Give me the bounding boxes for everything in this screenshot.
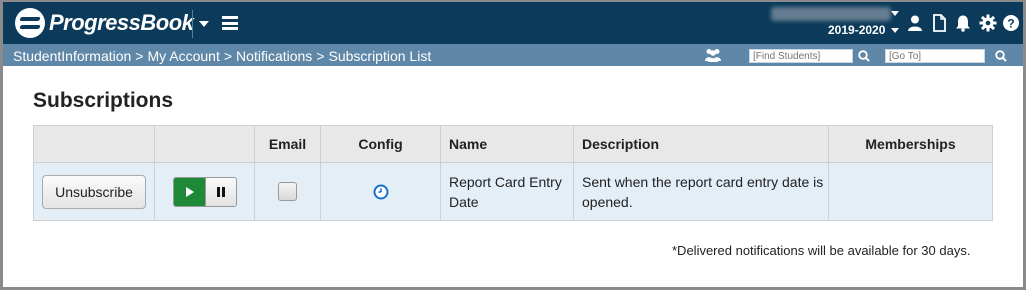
subscription-name: Report Card Entry Date [449, 173, 562, 210]
app-switcher-caret-icon[interactable] [199, 21, 209, 27]
brand-logo[interactable]: ProgressBook [15, 8, 194, 38]
subscriptions-table: Email Config Name Description Membership… [33, 125, 993, 221]
pause-icon [217, 186, 225, 197]
user-icon[interactable] [906, 14, 924, 32]
header-controls [154, 125, 255, 163]
gear-icon[interactable] [979, 14, 997, 32]
goto-input[interactable] [885, 49, 985, 63]
brand-name: ProgressBook [49, 10, 194, 35]
email-cell [254, 162, 321, 221]
breadcrumb-item-studentinformation[interactable]: StudentInformation [13, 48, 131, 64]
logo-mark-icon [15, 8, 45, 38]
breadcrumb-separator: > [223, 48, 233, 64]
email-checkbox[interactable] [278, 182, 297, 201]
help-icon[interactable]: ? [1002, 14, 1020, 32]
controls-cell [154, 162, 255, 221]
table-row: Unsubscribe Report Card Entry Date Sent … [33, 162, 993, 221]
breadcrumb-separator: > [135, 48, 144, 64]
action-cell: Unsubscribe [33, 162, 155, 221]
breadcrumb-item-my-account[interactable]: My Account [147, 48, 219, 64]
header-email: Email [254, 125, 321, 163]
memberships-cell [828, 162, 993, 221]
footnote: *Delivered notifications will be availab… [672, 243, 971, 258]
subscription-description: Sent when the report card entry date is … [582, 173, 824, 210]
breadcrumb-item-subscription-list: Subscription List [328, 48, 432, 64]
play-icon [185, 186, 194, 197]
document-icon[interactable] [930, 14, 948, 32]
header-config: Config [320, 125, 441, 163]
search-icon[interactable] [858, 50, 870, 62]
topbar-divider [192, 10, 193, 38]
breadcrumb-item-notifications[interactable]: Notifications [236, 48, 312, 64]
user-name-blurred[interactable] [771, 7, 891, 21]
school-year-selector[interactable]: 2019-2020 [828, 23, 885, 37]
header-name: Name [440, 125, 574, 163]
group-icon[interactable] [704, 48, 722, 62]
bell-icon[interactable] [954, 14, 972, 32]
play-button[interactable] [174, 177, 205, 206]
breadcrumb-bar: StudentInformation > My Account > Notificati… [3, 44, 1023, 66]
header-action [33, 125, 155, 163]
table-header-row: Email Config Name Description Membership… [33, 125, 993, 163]
name-cell: Report Card Entry Date [440, 162, 574, 221]
description-cell: Sent when the report card entry date is … [573, 162, 829, 221]
pause-button[interactable] [205, 177, 236, 206]
play-pause-toggle [173, 176, 237, 207]
config-cell [320, 162, 441, 221]
breadcrumb-separator: > [316, 48, 325, 64]
clock-icon[interactable] [373, 184, 389, 200]
school-year-caret-icon[interactable] [891, 28, 899, 33]
find-students-input[interactable] [749, 49, 853, 63]
page-title: Subscriptions [33, 89, 174, 112]
header-description: Description [573, 125, 829, 163]
svg-text:?: ? [1007, 17, 1014, 31]
breadcrumb: StudentInformation > My Account > Notificati… [13, 48, 431, 64]
search-icon[interactable] [995, 50, 1007, 62]
unsubscribe-button[interactable]: Unsubscribe [42, 174, 146, 209]
menu-icon[interactable] [222, 16, 238, 30]
top-nav-bar: ProgressBook 2019-2020 ? [3, 2, 1023, 44]
header-memberships: Memberships [828, 125, 993, 163]
user-caret-icon[interactable] [891, 11, 899, 16]
